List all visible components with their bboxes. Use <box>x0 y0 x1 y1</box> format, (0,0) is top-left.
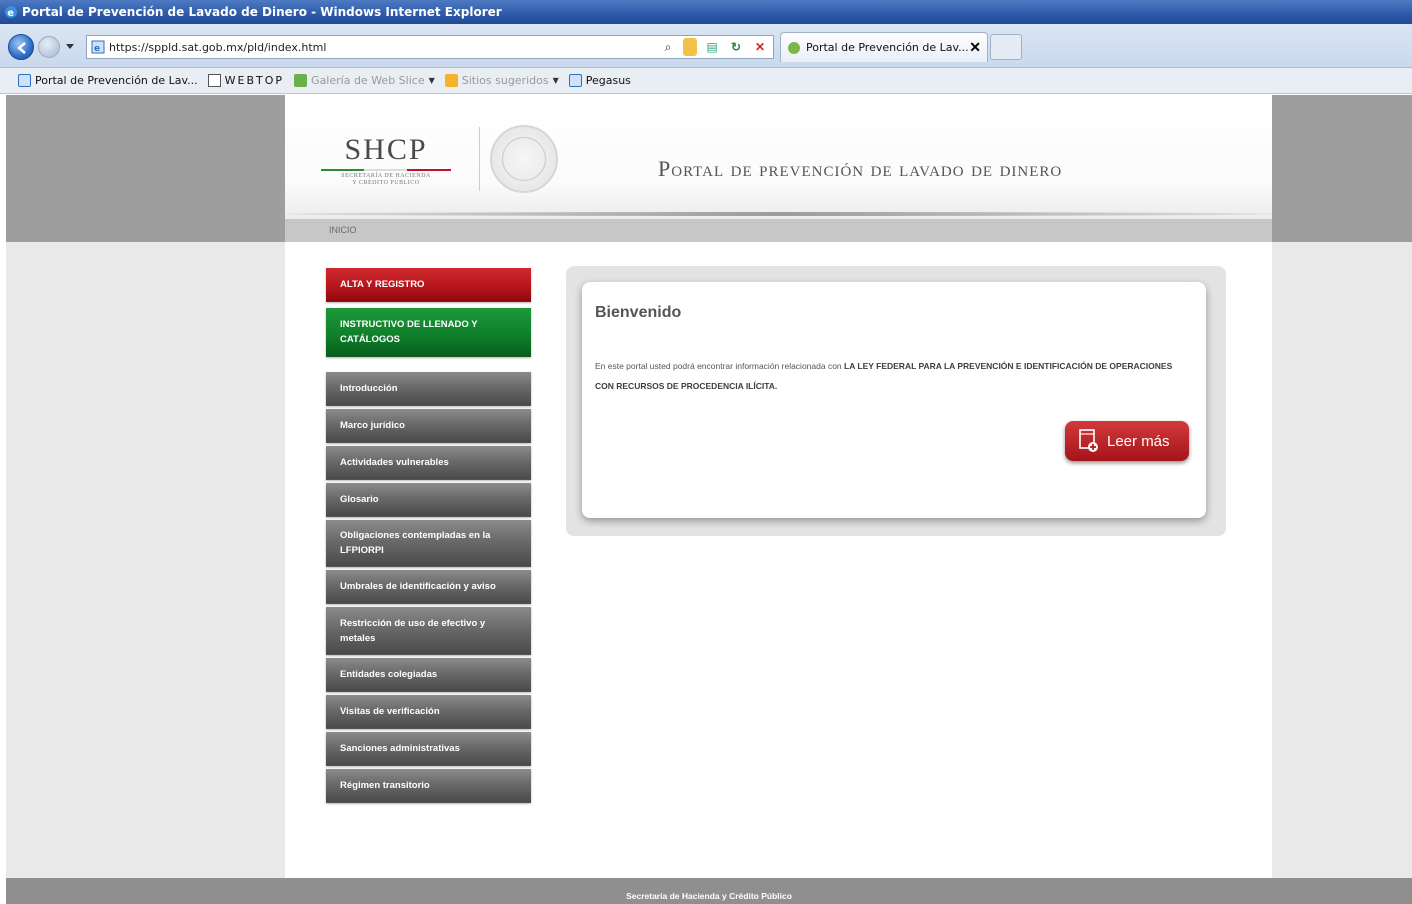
favorite-label: Pegasus <box>585 74 631 87</box>
welcome-card: Bienvenido En este portal usted podrá en… <box>582 282 1206 518</box>
sidebar-item-entidades-colegiadas[interactable]: Entidades colegiadas <box>326 658 531 692</box>
document-add-icon <box>1079 429 1098 452</box>
close-tab-icon[interactable]: ✕ <box>969 39 981 56</box>
window-titlebar: e Portal de Prevención de Lavado de Dine… <box>0 0 1412 24</box>
ie-page-icon <box>18 74 31 87</box>
chevron-down-icon: ▼ <box>428 76 435 85</box>
chevron-down-icon: ▼ <box>552 76 559 85</box>
sidebar-item-regimen-transitorio[interactable]: Régimen transitorio <box>326 769 531 803</box>
stop-icon[interactable]: ✕ <box>751 38 769 56</box>
refresh-icon[interactable]: ↻ <box>727 38 745 56</box>
compatibility-view-icon[interactable]: ▤ <box>703 38 721 56</box>
site-header: SHCP SECRETARÍA DE HACIENDA Y CRÉDITO PÚ… <box>285 95 1272 219</box>
webtop-icon <box>207 74 221 87</box>
url-input[interactable] <box>109 40 629 54</box>
logo-text: SHCP <box>344 133 428 166</box>
page-column: SHCP SECRETARÍA DE HACIENDA Y CRÉDITO PÚ… <box>285 95 1272 878</box>
footer-text: Secretaría de Hacienda y Crédito Público <box>626 891 792 901</box>
svg-text:e: e <box>7 8 14 19</box>
welcome-intro: En este portal usted podrá encontrar inf… <box>595 361 845 371</box>
page-icon: e <box>91 40 105 54</box>
new-tab-button[interactable] <box>990 34 1022 60</box>
favorites-bar: Portal de Prevención de Lav... WEBTOP Ga… <box>0 68 1412 94</box>
sidebar-item-restriccion-efectivo[interactable]: Restricción de uso de efectivo y metales <box>326 607 531 655</box>
portal-title: Portal de prevención de lavado de dinero <box>658 156 1063 181</box>
logo-subtitle-2: Y CRÉDITO PÚBLICO <box>352 180 420 186</box>
ie-logo-icon: e <box>5 6 17 19</box>
tab-label: Portal de Prevención de Lav... <box>806 41 969 54</box>
sidebar-item-instructivo[interactable]: INSTRUCTIVO DE LLENADO Y CATÁLOGOS <box>326 308 531 357</box>
sidebar-item-sanciones[interactable]: Sanciones administrativas <box>326 732 531 766</box>
sidebar-item-obligaciones[interactable]: Obligaciones contempladas en la LFPIORPI <box>326 520 531 567</box>
shcp-logo[interactable]: SHCP SECRETARÍA DE HACIENDA Y CRÉDITO PÚ… <box>321 133 451 195</box>
back-button[interactable] <box>8 34 34 60</box>
favorite-suggested-sites[interactable]: Sitios sugeridos ▼ <box>444 74 559 87</box>
window-title: Portal de Prevención de Lavado de Dinero… <box>22 5 502 19</box>
history-dropdown-icon[interactable] <box>66 44 74 49</box>
svg-text:e: e <box>94 44 100 54</box>
logo-tricolor-line <box>321 169 451 171</box>
back-arrow-icon <box>17 42 26 54</box>
lock-icon[interactable] <box>683 38 697 56</box>
welcome-title: Bienvenido <box>595 304 682 321</box>
sidebar-item-visitas-verificacion[interactable]: Visitas de verificación <box>326 695 531 729</box>
national-seal-icon <box>490 125 558 193</box>
address-bar[interactable]: e ⌕ ▤ ↻ ✕ <box>86 35 774 59</box>
ie-page-icon <box>568 74 582 87</box>
favorite-pegasus[interactable]: Pegasus <box>568 74 631 87</box>
favorite-label: Portal de Prevención de Lav... <box>35 74 198 87</box>
sidebar-item-marco-juridico[interactable]: Marco jurídico <box>326 409 531 443</box>
header-swoosh <box>285 212 1272 216</box>
favorite-label: Galería de Web Slice <box>311 74 425 87</box>
read-more-label: Leer más <box>1107 432 1170 450</box>
web-slice-icon <box>294 74 308 87</box>
site-footer: Secretaría de Hacienda y Crédito Público <box>6 878 1412 904</box>
page-viewport: SHCP SECRETARÍA DE HACIENDA Y CRÉDITO PÚ… <box>6 95 1412 904</box>
navigation-bar: e ⌕ ▤ ↻ ✕ Portal de Prevención de Lav...… <box>0 24 1412 68</box>
sidebar-item-umbrales[interactable]: Umbrales de identificación y aviso <box>326 570 531 604</box>
logo-divider <box>479 127 480 191</box>
tab-page-icon <box>788 41 800 54</box>
browser-tab[interactable]: Portal de Prevención de Lav... ✕ <box>780 32 988 62</box>
read-more-button[interactable]: Leer más <box>1065 421 1189 461</box>
favorite-label: WEBTOP <box>224 74 285 87</box>
suggested-sites-icon <box>444 74 458 87</box>
seal-inner-ring <box>502 137 546 181</box>
search-icon[interactable]: ⌕ <box>659 38 677 56</box>
sidebar-item-introduccion[interactable]: Introducción <box>326 372 531 406</box>
favorite-label: Sitios sugeridos <box>461 74 549 87</box>
favorite-web-slice-gallery[interactable]: Galería de Web Slice ▼ <box>294 74 435 87</box>
sidebar-item-glosario[interactable]: Glosario <box>326 483 531 517</box>
sidebar-item-alta-registro[interactable]: ALTA Y REGISTRO <box>326 268 531 302</box>
welcome-panel: Bienvenido En este portal usted podrá en… <box>566 266 1226 536</box>
logo-subtitle-1: SECRETARÍA DE HACIENDA <box>341 173 431 179</box>
breadcrumb-bar: INICIO <box>285 219 1272 242</box>
forward-button[interactable] <box>38 36 60 58</box>
welcome-text: En este portal usted podrá encontrar inf… <box>595 356 1175 396</box>
breadcrumb[interactable]: INICIO <box>329 225 357 235</box>
favorite-webtop[interactable]: WEBTOP <box>207 74 285 87</box>
sidebar-item-actividades-vulnerables[interactable]: Actividades vulnerables <box>326 446 531 480</box>
favorite-portal[interactable]: Portal de Prevención de Lav... <box>18 74 198 87</box>
